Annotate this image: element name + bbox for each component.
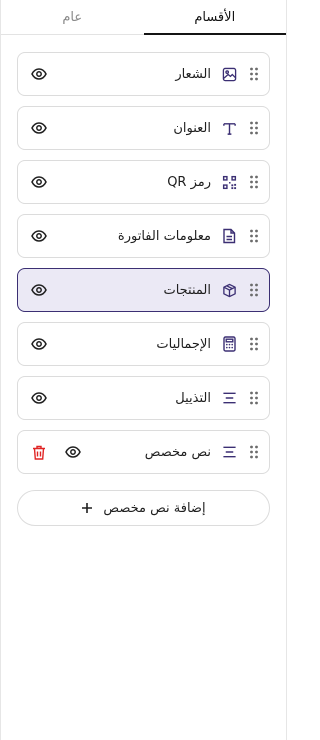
section-item-invoice-info[interactable]: معلومات الفاتورة [17, 214, 270, 258]
eye-icon[interactable] [30, 389, 48, 407]
trash-icon[interactable] [30, 443, 48, 461]
align-center-icon [221, 444, 237, 460]
qr-code-icon [221, 174, 237, 190]
drag-handle-icon[interactable] [247, 174, 261, 190]
sections-panel: الأقسام عام الشعار العنوان رمز QR معلوما… [0, 0, 287, 740]
section-label: الإجماليات [156, 336, 211, 352]
tab-bar: الأقسام عام [1, 0, 286, 35]
drag-handle-icon[interactable] [247, 444, 261, 460]
eye-icon[interactable] [30, 65, 48, 83]
drag-handle-icon[interactable] [247, 390, 261, 406]
calculator-icon [221, 336, 237, 352]
section-label: الشعار [175, 66, 211, 82]
section-item-products[interactable]: المنتجات [17, 268, 270, 312]
section-label: التذييل [175, 390, 211, 406]
sections-list: الشعار العنوان رمز QR معلومات الفاتورة ا… [1, 35, 286, 474]
tab-general-label: عام [62, 9, 83, 25]
section-label: نص مخصص [144, 444, 211, 460]
tab-sections-label: الأقسام [194, 9, 236, 25]
eye-icon[interactable] [64, 443, 82, 461]
section-label: رمز QR [167, 174, 211, 190]
box-icon [221, 282, 237, 298]
section-label: المنتجات [163, 282, 211, 298]
plus-icon [81, 502, 93, 514]
document-icon [221, 228, 237, 244]
section-item-custom-text[interactable]: نص مخصص [17, 430, 270, 474]
add-button-label: إضافة نص مخصص [103, 500, 206, 516]
eye-icon[interactable] [30, 335, 48, 353]
drag-handle-icon[interactable] [247, 120, 261, 136]
drag-handle-icon[interactable] [247, 282, 261, 298]
section-item-logo[interactable]: الشعار [17, 52, 270, 96]
align-center-icon [221, 390, 237, 406]
section-item-title[interactable]: العنوان [17, 106, 270, 150]
tab-general[interactable]: عام [1, 0, 144, 34]
section-item-qr[interactable]: رمز QR [17, 160, 270, 204]
eye-icon[interactable] [30, 119, 48, 137]
drag-handle-icon[interactable] [247, 228, 261, 244]
section-item-footer[interactable]: التذييل [17, 376, 270, 420]
eye-icon[interactable] [30, 281, 48, 299]
drag-handle-icon[interactable] [247, 336, 261, 352]
section-label: معلومات الفاتورة [117, 228, 211, 244]
eye-icon[interactable] [30, 227, 48, 245]
section-label: العنوان [173, 120, 211, 136]
text-icon [221, 120, 237, 136]
tab-sections[interactable]: الأقسام [143, 0, 287, 35]
eye-icon[interactable] [30, 173, 48, 191]
add-custom-text-button[interactable]: إضافة نص مخصص [17, 490, 270, 526]
image-icon [221, 66, 237, 82]
drag-handle-icon[interactable] [247, 66, 261, 82]
section-item-totals[interactable]: الإجماليات [17, 322, 270, 366]
